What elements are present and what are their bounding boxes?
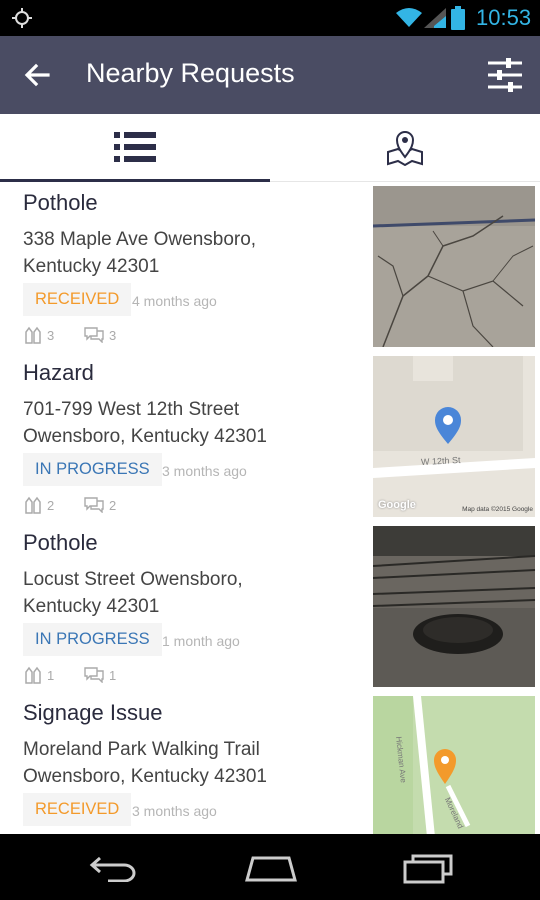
pothole-photo — [373, 526, 535, 687]
map-google-logo: Google — [378, 499, 416, 511]
vote-count: 3 — [47, 328, 55, 343]
cracked-pavement-photo — [373, 186, 535, 347]
list-item[interactable]: Pothole Locust Street Owensboro, Kentuck… — [0, 522, 540, 692]
request-address: Locust Street Owensboro, Kentucky 42301 — [23, 569, 243, 617]
vote-icon — [25, 666, 41, 684]
wifi-icon — [396, 8, 422, 27]
vote-count: 1 — [47, 668, 55, 683]
status-bar: 10:53 — [0, 0, 540, 36]
map-thumbnail: W 12th St Google Map data ©2015 Google — [373, 356, 535, 517]
view-tabs — [0, 114, 540, 182]
comment-icon — [84, 667, 104, 683]
status-badge: IN PROGRESS — [23, 623, 162, 656]
map-attribution: Map data ©2015 Google — [462, 506, 533, 513]
app-bar: Nearby Requests — [0, 36, 540, 114]
comment-count: 2 — [109, 498, 117, 513]
time-ago: 1 month ago — [162, 633, 240, 649]
comment-icon — [84, 327, 104, 343]
nav-back-icon[interactable] — [88, 854, 138, 882]
map-pin-icon — [387, 131, 423, 166]
request-type: Signage Issue — [23, 700, 163, 725]
list-item[interactable]: Signage Issue Moreland Park Walking Trai… — [0, 692, 540, 834]
back-arrow-icon[interactable] — [20, 58, 54, 92]
vote-count: 2 — [47, 498, 55, 513]
list-item[interactable]: Hazard 701-799 West 12th Street Owensbor… — [0, 352, 540, 522]
request-address: Moreland Park Walking Trail Owensboro, K… — [23, 739, 267, 787]
request-type: Pothole — [23, 530, 98, 555]
comment-count: 1 — [109, 668, 117, 683]
status-badge: RECEIVED — [23, 793, 132, 826]
vote-icon — [25, 496, 41, 514]
signal-icon — [424, 8, 446, 28]
gps-icon — [12, 8, 32, 28]
vote-icon — [25, 326, 41, 344]
tab-list[interactable] — [0, 114, 270, 182]
filter-sliders-icon[interactable] — [486, 56, 524, 94]
request-type: Pothole — [23, 190, 98, 215]
clock: 10:53 — [476, 5, 532, 30]
tab-map[interactable] — [270, 114, 540, 182]
comment-icon — [84, 497, 104, 513]
status-badge: IN PROGRESS — [23, 453, 162, 486]
system-nav-bar — [0, 834, 540, 900]
time-ago: 3 months ago — [132, 803, 217, 819]
page-title: Nearby Requests — [86, 58, 295, 88]
time-ago: 3 months ago — [162, 463, 247, 479]
list-item[interactable]: Pothole 338 Maple Ave Owensboro, Kentuck… — [0, 182, 540, 352]
map-thumbnail: Hickman Ave Moreland — [373, 696, 535, 834]
request-list: Pothole 338 Maple Ave Owensboro, Kentuck… — [0, 182, 540, 834]
list-icon — [114, 132, 156, 162]
map-street-label: W 12th St — [420, 454, 461, 468]
request-type: Hazard — [23, 360, 94, 385]
status-badge: RECEIVED — [23, 283, 132, 316]
nav-recents-icon[interactable] — [403, 852, 455, 884]
nav-home-icon[interactable] — [243, 854, 299, 882]
request-address: 701-799 West 12th Street Owensboro, Kent… — [23, 399, 267, 447]
time-ago: 4 months ago — [132, 293, 217, 309]
comment-count: 3 — [109, 328, 117, 343]
request-address: 338 Maple Ave Owensboro, Kentucky 42301 — [23, 229, 257, 277]
battery-icon — [451, 6, 465, 30]
